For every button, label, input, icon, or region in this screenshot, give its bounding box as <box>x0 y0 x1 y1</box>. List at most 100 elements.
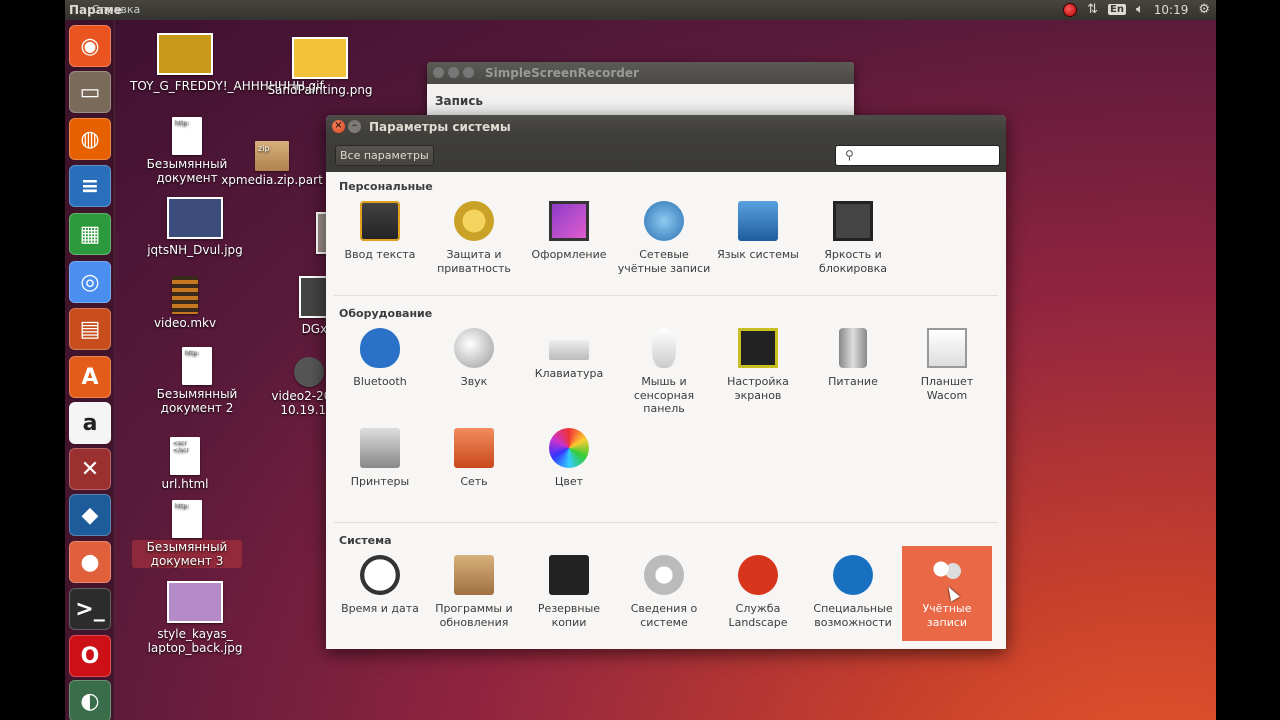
jqtsnh-jpg-desktop-icon[interactable]: jqtsNH_Dvul.jpg <box>140 197 250 257</box>
top-panel: Параме Справка ⇅ En 🔈︎ 10:19 ⚙ <box>65 0 1216 20</box>
settings-item-color[interactable]: Цвет <box>522 428 616 489</box>
settings-item-wacom[interactable]: Планшет Wacom <box>900 328 994 402</box>
untitled-doc-2-desktop-icon[interactable]: http: Безымянный документ 2 <box>142 347 252 415</box>
minimize-button[interactable]: – <box>348 120 361 133</box>
video-file-icon <box>172 276 198 314</box>
ssr-minimize-button[interactable] <box>448 67 459 78</box>
system-settings-window: × – Параметры системы Все параметры ⚲ Пе… <box>326 115 1006 649</box>
time-icon <box>360 555 400 595</box>
search-box[interactable]: ⚲ <box>835 145 1000 166</box>
settings-item-bluetooth[interactable]: Bluetooth <box>333 328 427 389</box>
settings-item-software[interactable]: Программы и обновления <box>427 555 521 629</box>
ssr-window-controls <box>433 67 474 78</box>
settings-item-label: Сеть <box>460 475 488 488</box>
calc-glyph: ▦ <box>79 221 101 247</box>
untitled-doc-3-desktop-icon[interactable]: http: Безымянный документ 3 <box>132 500 242 568</box>
settings-item-label: Сведения о системе <box>630 602 698 629</box>
close-button[interactable]: × <box>332 120 345 133</box>
settings-titlebar[interactable]: × – Параметры системы <box>326 115 1006 139</box>
online-accounts-icon <box>644 201 684 241</box>
ubuntu-dash-launcher-icon[interactable]: ◉ <box>69 25 111 67</box>
settings-item-network[interactable]: Сеть <box>427 428 521 489</box>
system-tray: ⇅ En 🔈︎ 10:19 ⚙ <box>1063 2 1210 17</box>
all-settings-button[interactable]: Все параметры <box>335 145 434 166</box>
ssr-close-button[interactable] <box>433 67 444 78</box>
settings-item-label: Планшет Wacom <box>920 375 974 402</box>
clock-file-icon <box>294 357 324 387</box>
terminal-launcher-icon[interactable]: >_ <box>69 588 111 630</box>
chromium-launcher-icon[interactable]: ● <box>69 541 111 583</box>
settings-item-time[interactable]: Время и дата <box>333 555 427 616</box>
settings-item-label: Учётные записи <box>922 602 972 629</box>
chrome-launcher-icon[interactable]: ◎ <box>69 261 111 303</box>
settings-item-label: Bluetooth <box>353 375 407 388</box>
settings-item-printers[interactable]: Принтеры <box>333 428 427 489</box>
settings-item-label: Резервные копии <box>537 602 601 629</box>
settings-item-sound[interactable]: Звук <box>427 328 521 389</box>
gear-icon[interactable]: ⚙ <box>1198 2 1210 17</box>
xpmedia-zip-desktop-icon[interactable]: zip xpmedia.zip.part <box>217 141 327 187</box>
chromium-glyph: ● <box>80 549 100 575</box>
impress-launcher-icon[interactable]: ▤ <box>69 308 111 350</box>
desktop-icon-label: Безымянный документ 3 <box>132 540 242 568</box>
network-arrows-icon[interactable]: ⇅ <box>1087 2 1098 17</box>
keyboard-layout-indicator[interactable]: En <box>1107 4 1126 15</box>
record-indicator-icon[interactable] <box>1063 2 1078 17</box>
settings-item-label: Оформление <box>531 248 607 261</box>
settings-item-label: Звук <box>460 375 488 388</box>
settings-item-privacy[interactable]: Защита и приватность <box>427 201 521 275</box>
settings-item-landscape[interactable]: Служба Landscape <box>711 555 805 629</box>
settings-content: Персональные Оборудование Система Ввод т… <box>326 172 1006 649</box>
settings-item-displays[interactable]: Настройка экранов <box>711 328 805 402</box>
power-icon <box>839 328 867 368</box>
language-icon <box>738 201 778 241</box>
ssr-titlebar[interactable]: SimpleScreenRecorder <box>427 62 854 84</box>
ssr-window: SimpleScreenRecorder Запись <box>427 62 854 122</box>
impress-glyph: ▤ <box>79 316 101 342</box>
volume-icon[interactable]: 🔈︎ <box>1136 2 1144 17</box>
divider-2 <box>334 522 998 523</box>
settings-item-keyboard[interactable]: Клавиатура <box>522 328 616 381</box>
video-mkv-desktop-icon[interactable]: video.mkv <box>130 276 240 330</box>
text-entry-icon <box>360 201 400 241</box>
ssr-title: SimpleScreenRecorder <box>485 66 639 80</box>
screen-recorder-launcher-icon[interactable]: ◐ <box>69 680 111 720</box>
accessibility-icon <box>833 555 873 595</box>
style-kayas-jpg-desktop-icon[interactable]: style_kayas_ laptop_back.jpg <box>140 581 250 655</box>
bluetooth-icon <box>360 328 400 368</box>
settings-item-mouse[interactable]: Мышь и сенсорная панель <box>617 328 711 416</box>
url-html-desktop-icon[interactable]: <scr </scr url.html <box>130 437 240 491</box>
section-title-hardware: Оборудование <box>339 307 433 320</box>
menu-help[interactable]: Справка <box>69 3 163 17</box>
settings-item-online-accounts[interactable]: Сетевые учётные записи <box>617 201 711 275</box>
settings-item-language[interactable]: Язык системы <box>711 201 805 262</box>
clock[interactable]: 10:19 <box>1154 3 1189 17</box>
settings-item-label: Клавиатура <box>534 367 604 380</box>
settings-item-backups[interactable]: Резервные копии <box>522 555 616 629</box>
settings-item-label: Защита и приватность <box>437 248 511 275</box>
files-launcher-icon[interactable]: ▭ <box>69 71 111 113</box>
firefox-launcher-icon[interactable]: ◍ <box>69 118 111 160</box>
software-icon <box>454 555 494 595</box>
settings-item-appearance[interactable]: Оформление <box>522 201 616 262</box>
settings-item-accessibility[interactable]: Специальные возможности <box>806 555 900 629</box>
settings-item-text-entry[interactable]: Ввод текста <box>333 201 427 262</box>
section-title-system: Система <box>339 534 392 547</box>
sandpainting-png-desktop-icon[interactable]: SandPainting.png <box>265 37 375 97</box>
settings-item-label: Принтеры <box>350 475 410 488</box>
system-settings-launcher-icon[interactable]: ✕ <box>69 448 111 490</box>
calc-launcher-icon[interactable]: ▦ <box>69 213 111 255</box>
settings-item-power[interactable]: Питание <box>806 328 900 389</box>
settings-item-details[interactable]: Сведения о системе <box>617 555 711 629</box>
image-thumbnail-icon <box>292 37 348 79</box>
software-center-launcher-icon[interactable]: A <box>69 356 111 398</box>
toy-freddy-gif-desktop-icon[interactable]: TOY_G_FREDDY!_AHHHHHHH.gif <box>130 33 324 93</box>
virtualbox-launcher-icon[interactable]: ◆ <box>69 494 111 536</box>
settings-item-label: Ввод текста <box>344 248 416 261</box>
search-input[interactable] <box>864 147 994 164</box>
amazon-launcher-icon[interactable]: a <box>69 402 111 444</box>
settings-item-brightness[interactable]: Яркость и блокировка <box>806 201 900 275</box>
opera-launcher-icon[interactable]: O <box>69 635 111 677</box>
writer-launcher-icon[interactable]: ≡ <box>69 165 111 207</box>
ssr-maximize-button[interactable] <box>463 67 474 78</box>
